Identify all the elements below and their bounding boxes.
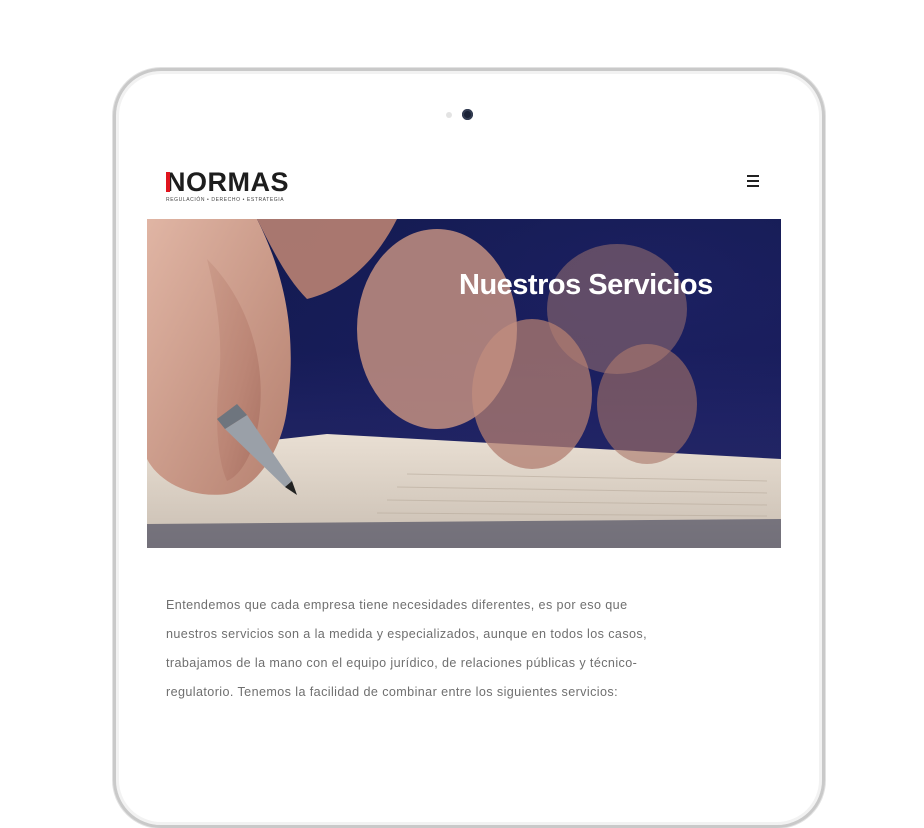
hamburger-menu-icon[interactable] — [747, 173, 765, 189]
menu-bar — [747, 185, 759, 187]
brand-name: NORMAS — [166, 167, 289, 197]
menu-bar — [747, 175, 759, 177]
hero-title: Nuestros Servicios — [459, 269, 713, 301]
tablet-screen: NORMAS REGULACIÓN • DERECHO • ESTRATEGIA — [147, 150, 781, 785]
intro-paragraph: Entendemos que cada empresa tiene necesi… — [166, 598, 648, 699]
hero-banner: Nuestros Servicios — [147, 219, 781, 548]
menu-bar — [747, 180, 759, 182]
tablet-camera — [462, 109, 473, 120]
tablet-sensor — [446, 112, 452, 118]
brand-logo[interactable]: NORMAS REGULACIÓN • DERECHO • ESTRATEGIA — [166, 167, 306, 203]
brand-accent-mark — [166, 172, 170, 192]
brand-tagline: REGULACIÓN • DERECHO • ESTRATEGIA — [166, 197, 285, 203]
